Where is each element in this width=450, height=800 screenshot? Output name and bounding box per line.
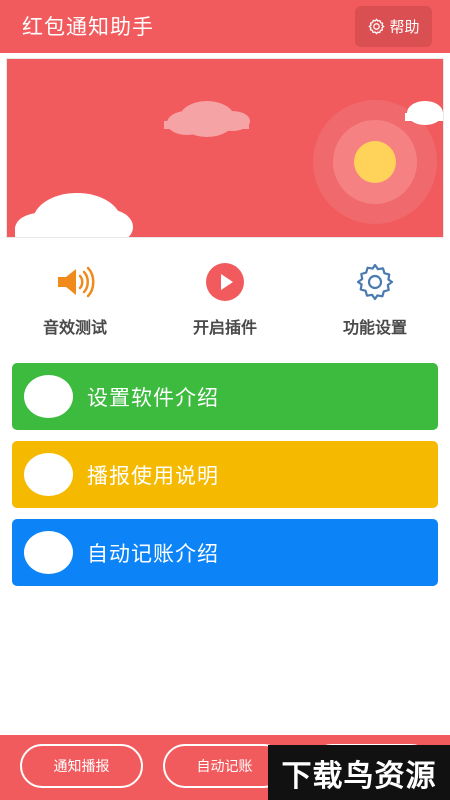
- help-button[interactable]: 帮助: [355, 6, 432, 47]
- auto-bookkeeping-card[interactable]: 自动记账介绍: [12, 519, 438, 586]
- enable-plugin-label: 开启插件: [192, 318, 257, 337]
- cloud-icon: [15, 193, 133, 237]
- card-label: 播报使用说明: [87, 464, 219, 488]
- enable-plugin-button[interactable]: 开启插件: [165, 258, 285, 338]
- circle-icon: [24, 453, 73, 496]
- app-title: 红包通知助手: [22, 15, 154, 39]
- circle-icon: [24, 375, 73, 418]
- cloud-icon: [164, 101, 250, 137]
- sound-test-button[interactable]: 音效测试: [15, 258, 135, 338]
- play-icon: [206, 263, 244, 301]
- feature-settings-label: 功能设置: [342, 318, 407, 337]
- gear-icon: [356, 263, 394, 301]
- tab-notification-broadcast[interactable]: 通知播报: [20, 744, 143, 788]
- feature-settings-button[interactable]: 功能设置: [315, 258, 435, 338]
- gear-icon: [369, 18, 385, 35]
- app-header: 红包通知助手 帮助: [0, 0, 450, 53]
- broadcast-guide-card[interactable]: 播报使用说明: [12, 441, 438, 508]
- help-label: 帮助: [389, 18, 420, 36]
- quick-actions: 音效测试 开启插件 功能设置: [0, 258, 450, 338]
- watermark: 下载鸟资源: [268, 745, 450, 800]
- sound-test-label: 音效测试: [42, 318, 107, 337]
- card-label: 自动记账介绍: [87, 542, 219, 566]
- banner-illustration: [6, 58, 444, 238]
- circle-icon: [24, 531, 73, 574]
- card-label: 设置软件介绍: [87, 386, 219, 410]
- software-intro-card[interactable]: 设置软件介绍: [12, 363, 438, 430]
- speaker-icon: [58, 266, 95, 298]
